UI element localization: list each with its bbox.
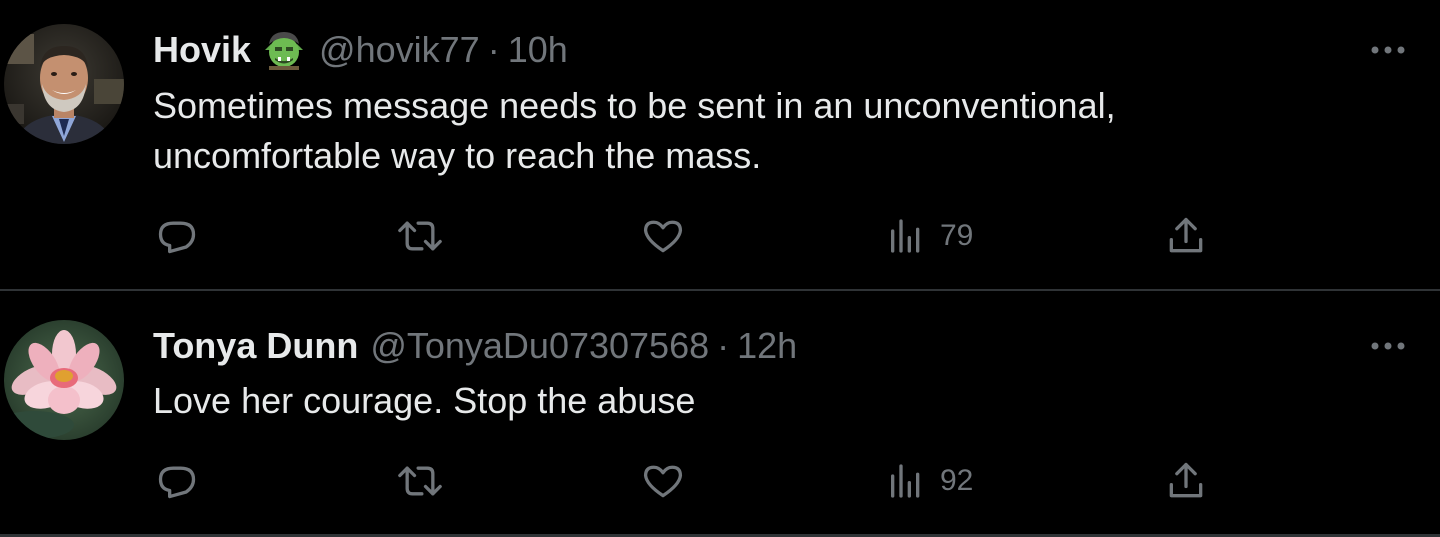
tweet-text-line: Sometimes message needs to be sent in an… (153, 85, 1116, 126)
share-icon (1169, 462, 1203, 498)
more-dots-icon (1371, 342, 1405, 350)
views-button[interactable]: 79 (886, 211, 973, 261)
tweet-text-line: uncomfortable way to reach the mass. (153, 135, 762, 176)
tweet-text: Love her courage. Stop the abuse (153, 376, 1353, 426)
tweet[interactable]: Tonya Dunn @TonyaDu07307568 · 12h Love h… (0, 292, 1440, 537)
retweet-icon (398, 221, 442, 251)
views-count: 79 (940, 219, 974, 252)
avatar[interactable] (4, 24, 124, 144)
man-portrait-avatar-icon (4, 24, 124, 144)
more-options-button[interactable] (1366, 334, 1410, 358)
retweet-icon (398, 466, 442, 496)
tweet[interactable]: Hovik @hovik77 · 10h Sometimes message n… (0, 0, 1440, 290)
share-icon (1169, 217, 1203, 253)
views-bar-chart-icon (891, 219, 920, 253)
lotus-flower-avatar-icon (4, 320, 124, 440)
like-button[interactable] (640, 211, 686, 261)
display-name[interactable]: Hovik (153, 28, 251, 72)
action-bar: 92 (0, 456, 1440, 506)
tweet-header: Hovik @hovik77 · 10h (153, 28, 568, 72)
tweet-text-line: Love her courage. Stop the abuse (153, 380, 696, 421)
separator-dot: · (717, 325, 730, 366)
views-bar-chart-icon (891, 464, 920, 498)
reply-icon (158, 466, 196, 499)
reply-button[interactable] (155, 456, 199, 506)
heart-icon (643, 220, 683, 253)
retweet-button[interactable] (396, 211, 444, 261)
action-bar: 79 (0, 211, 1440, 261)
separator-dot: · (487, 29, 500, 70)
timestamp[interactable]: 12h (737, 324, 797, 368)
user-handle[interactable]: @TonyaDu07307568 (370, 324, 709, 368)
tweet-divider (0, 289, 1440, 291)
user-handle[interactable]: @hovik77 (319, 28, 480, 72)
tweet-header: Tonya Dunn @TonyaDu07307568 · 12h (153, 324, 797, 368)
display-name[interactable]: Tonya Dunn (153, 324, 358, 368)
more-options-button[interactable] (1366, 38, 1410, 62)
avatar[interactable] (4, 320, 124, 440)
reply-icon (158, 221, 196, 254)
retweet-button[interactable] (396, 456, 444, 506)
timestamp[interactable]: 10h (508, 28, 568, 72)
heart-icon (643, 465, 683, 498)
share-button[interactable] (1164, 456, 1208, 506)
tweet-text: Sometimes message needs to be sent in an… (153, 81, 1353, 181)
views-count: 92 (940, 464, 974, 497)
share-button[interactable] (1164, 211, 1208, 261)
reply-button[interactable] (155, 211, 199, 261)
ogre-emoji-icon (261, 30, 307, 70)
views-button[interactable]: 92 (886, 456, 973, 506)
more-dots-icon (1371, 46, 1405, 54)
like-button[interactable] (640, 456, 686, 506)
